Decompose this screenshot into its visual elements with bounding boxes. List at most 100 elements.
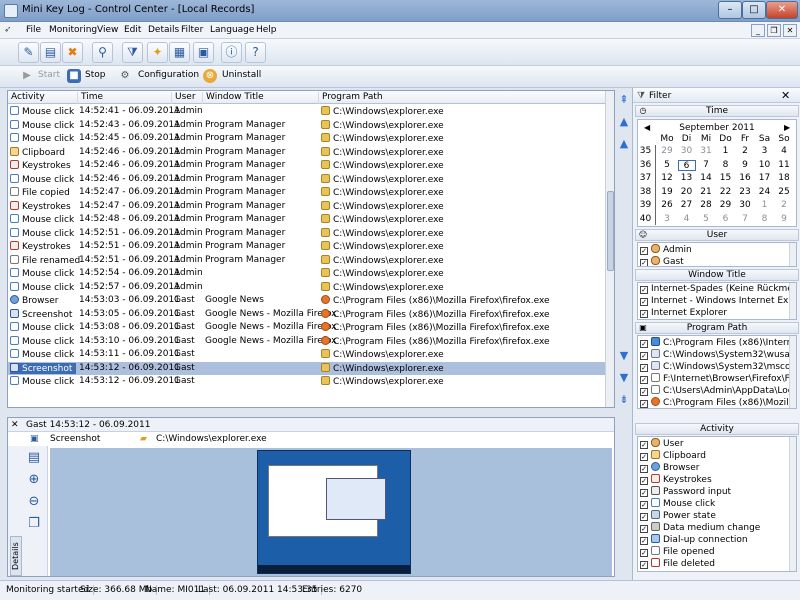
- checkbox[interactable]: ✓: [640, 364, 648, 372]
- calendar-day[interactable]: 20: [678, 187, 696, 198]
- calendar-day[interactable]: 5: [697, 214, 715, 225]
- table-row[interactable]: Mouse click 14:52:43 - 06.09.2011 Admin Pro…: [8, 119, 608, 133]
- list-scrollbar[interactable]: [789, 243, 796, 266]
- col-window-title[interactable]: Window Title: [202, 92, 264, 104]
- calendar-day[interactable]: 8: [756, 214, 774, 225]
- calendar-day[interactable]: 9: [775, 214, 793, 225]
- calendar-day[interactable]: 11: [775, 160, 793, 171]
- detail-close-icon[interactable]: ✕: [11, 420, 19, 430]
- checkbox[interactable]: ✓: [640, 477, 648, 485]
- table-row[interactable]: Mouse click 14:53:12 - 06.09.2011 Gast C:\W…: [8, 375, 608, 389]
- calendar-day[interactable]: 19: [658, 187, 676, 198]
- checkbox[interactable]: ✓: [640, 286, 648, 294]
- stop-button[interactable]: Stop: [85, 70, 105, 80]
- menu-view[interactable]: View: [97, 25, 118, 35]
- checkbox[interactable]: ✓: [640, 537, 648, 545]
- calendar-day[interactable]: 3: [756, 146, 774, 157]
- filter-list-item[interactable]: ✓ File deleted: [640, 558, 715, 570]
- list-scrollbar[interactable]: [789, 336, 796, 408]
- col-program-path[interactable]: Program Path: [318, 92, 383, 104]
- help-icon[interactable]: ?: [245, 42, 266, 63]
- first-page-icon[interactable]: ⇞: [618, 94, 630, 106]
- open-log-icon[interactable]: ✎: [18, 42, 39, 63]
- calendar-day[interactable]: 17: [756, 173, 774, 184]
- filter-list-item[interactable]: ✓ File opened: [640, 546, 715, 558]
- calendar-day[interactable]: 1: [756, 200, 774, 211]
- filter-close-icon[interactable]: ✕: [781, 89, 790, 102]
- calendar-day[interactable]: 9: [736, 160, 754, 171]
- menu-details[interactable]: Details: [148, 25, 179, 35]
- table-row[interactable]: Mouse click 14:52:46 - 06.09.2011 Admin Pro…: [8, 173, 608, 187]
- checkbox[interactable]: ✓: [640, 441, 648, 449]
- table-row[interactable]: Mouse click 14:53:11 - 06.09.2011 Gast C:\W…: [8, 348, 608, 362]
- table-row[interactable]: Mouse click 14:52:41 - 06.09.2011 Admin C:\…: [8, 105, 608, 119]
- calendar-day[interactable]: 24: [756, 187, 774, 198]
- table-row[interactable]: Keystrokes 14:52:46 - 06.09.2011 Admin Prog…: [8, 159, 608, 173]
- next-month-icon[interactable]: ▶: [784, 123, 790, 132]
- checkbox[interactable]: ✓: [640, 513, 648, 521]
- filter-list-item[interactable]: ✓Internet-Spades (Keine Rückmeldung): [640, 284, 796, 296]
- details-icon[interactable]: ▣: [193, 42, 214, 63]
- calendar-day[interactable]: 5: [658, 160, 676, 171]
- table-row[interactable]: Mouse click 14:52:45 - 06.09.2011 Admin Pro…: [8, 132, 608, 146]
- filter-list-item[interactable]: ✓ C:\Windows\System32\wusa.exe: [640, 349, 796, 361]
- calendar-day[interactable]: 21: [697, 187, 715, 198]
- table-row[interactable]: Browser 14:53:03 - 06.09.2011 Gast Google N…: [8, 294, 608, 308]
- save-icon[interactable]: ▤: [26, 450, 42, 466]
- calendar-day[interactable]: 1: [717, 146, 735, 157]
- list-scrollbar[interactable]: [789, 283, 796, 319]
- filter-list-item[interactable]: ✓ Internet Explorer: [640, 308, 727, 319]
- checkbox[interactable]: ✓: [640, 561, 648, 569]
- mdi-minimize-button[interactable]: _: [751, 24, 765, 37]
- filter-icon[interactable]: ⧩: [122, 42, 143, 63]
- filter-list-item[interactable]: ✓ C:\Windows\System32\msconfig.exe: [640, 361, 796, 373]
- filter-list-item[interactable]: ✓ Admin: [640, 244, 692, 256]
- table-row[interactable]: Screenshot 14:53:05 - 06.09.2011 Gast Googl…: [8, 308, 608, 322]
- info-icon[interactable]: ⓘ: [221, 42, 242, 63]
- splitter[interactable]: [0, 410, 632, 415]
- copy-icon[interactable]: ❐: [26, 516, 42, 532]
- table-row[interactable]: Mouse click 14:52:51 - 06.09.2011 Admin Pro…: [8, 227, 608, 241]
- calendar-day[interactable]: 2: [736, 146, 754, 157]
- filter-list-item[interactable]: ✓ Password input: [640, 486, 731, 498]
- table-row[interactable]: File renamed 14:52:51 - 06.09.2011 Admin Pr…: [8, 254, 608, 268]
- menu-filter[interactable]: Filter: [181, 25, 203, 35]
- checkbox[interactable]: ✓: [640, 376, 648, 384]
- page-up-icon[interactable]: ▲: [618, 116, 630, 128]
- calendar-day[interactable]: 6: [717, 214, 735, 225]
- filter-list-item[interactable]: ✓ Keystrokes: [640, 474, 712, 486]
- table-scrollbar-thumb[interactable]: [607, 191, 614, 271]
- calendar[interactable]: ◀ September 2011 ▶ Mo Di Mi Do Fr Sa So 35 29 30 3…: [637, 119, 797, 227]
- calendar-day[interactable]: 23: [736, 187, 754, 198]
- calendar-day[interactable]: 4: [775, 146, 793, 157]
- calendar-day[interactable]: 3: [658, 214, 676, 225]
- user-view-icon[interactable]: ▦: [169, 42, 190, 63]
- calendar-day[interactable]: 12: [658, 173, 676, 184]
- checkbox[interactable]: ✓: [640, 298, 648, 306]
- zoom-in-icon[interactable]: ⊕: [26, 472, 42, 488]
- checkbox[interactable]: ✓: [640, 549, 648, 557]
- filter-list-item[interactable]: ✓ Browser: [640, 462, 699, 474]
- delete-icon[interactable]: ✖: [62, 42, 83, 63]
- calendar-day[interactable]: 25: [775, 187, 793, 198]
- calendar-day[interactable]: 7: [697, 160, 715, 171]
- checkbox[interactable]: ✓: [640, 247, 648, 255]
- calendar-day[interactable]: 18: [775, 173, 793, 184]
- filter-list-item[interactable]: ✓ Data medium change: [640, 522, 760, 534]
- col-time[interactable]: Time: [77, 92, 103, 104]
- mdi-close-button[interactable]: ✕: [783, 24, 797, 37]
- minimize-button[interactable]: –: [718, 1, 742, 19]
- highlight-icon[interactable]: ✦: [147, 42, 168, 63]
- uninstall-button[interactable]: Uninstall: [222, 70, 261, 80]
- menu-help[interactable]: Help: [256, 25, 277, 35]
- last-page-icon[interactable]: ⇟: [618, 394, 630, 406]
- menu-monitoring[interactable]: Monitoring: [49, 25, 97, 35]
- col-activity[interactable]: Activity: [8, 92, 45, 104]
- details-tab[interactable]: Details: [10, 536, 22, 576]
- calendar-day[interactable]: 27: [678, 200, 696, 211]
- filter-list-item[interactable]: ✓ Dial-up connection: [640, 534, 748, 546]
- filter-list-item[interactable]: ✓ Clipboard: [640, 450, 706, 462]
- table-row[interactable]: Mouse click 14:53:10 - 06.09.2011 Gast Goog…: [8, 335, 608, 349]
- screenshot-thumbnail[interactable]: [257, 450, 411, 574]
- filter-list-item[interactable]: ✓ Power state: [640, 510, 716, 522]
